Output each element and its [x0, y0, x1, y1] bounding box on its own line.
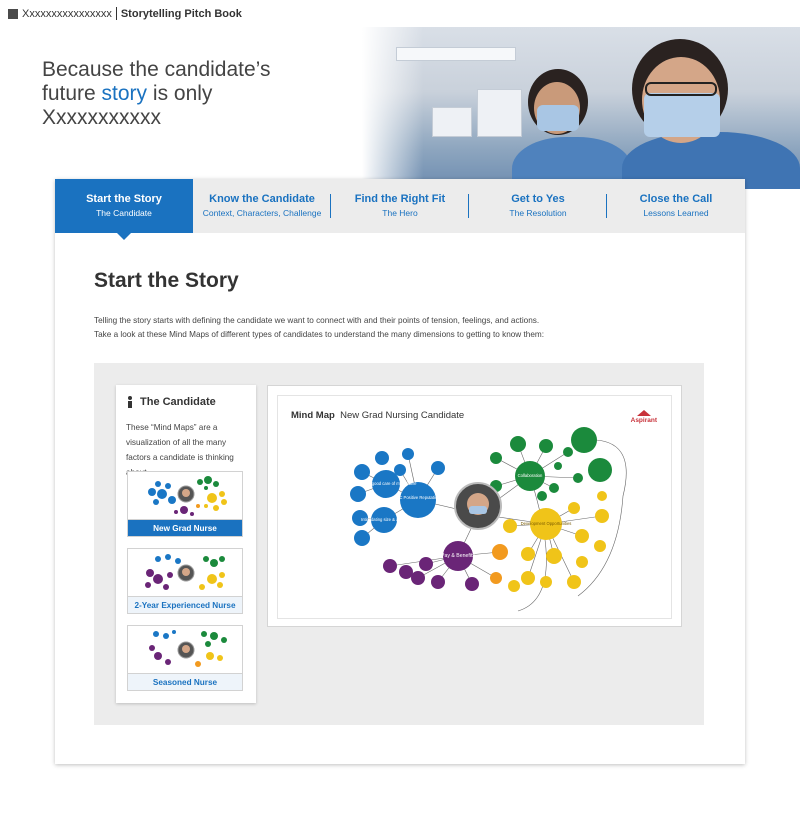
candidate-sidebar: The Candidate These “Mind Maps” are a vi…: [116, 385, 256, 703]
product-name: Storytelling Pitch Book: [120, 7, 242, 20]
tab-title: Know the Candidate: [209, 193, 315, 205]
photo-nurse-left-mask: [537, 105, 579, 131]
mini-mind-map-thumbnail: [149, 630, 227, 667]
intro-line-1: Telling the story starts with defining t…: [94, 316, 540, 325]
tab-subtitle: The Hero: [382, 208, 418, 218]
candidate-card-2-year[interactable]: 2-Year Experienced Nurse: [127, 548, 243, 614]
mind-map-nodes: [350, 427, 612, 592]
node-intimidating-label: Intimidating size & acuity: [361, 517, 408, 522]
node-reputation-label: CC Positive Reputation: [396, 495, 440, 500]
photo-nurse-right-mask: [644, 93, 720, 137]
node-collaboration-label: Collaboration: [518, 473, 543, 478]
candidate-card-new-grad[interactable]: New Grad Nurse: [127, 471, 243, 537]
tab-title: Get to Yes: [511, 193, 565, 205]
tab-close-the-call[interactable]: Close the Call Lessons Learned: [607, 179, 745, 233]
hero-photo-nurses: [362, 27, 800, 189]
page: Xxxxxxxxxxxxxxxx Storytelling Pitch Book…: [0, 0, 800, 835]
candidate-card-seasoned[interactable]: Seasoned Nurse: [127, 625, 243, 691]
step-tabs: Start the Story The Candidate Know the C…: [55, 179, 745, 240]
hero-headline: Because the candidate’s future story is …: [42, 58, 270, 130]
tab-get-to-yes[interactable]: Get to Yes The Resolution: [469, 179, 607, 233]
photo-light: [396, 47, 516, 61]
sidebar-heading: The Candidate: [126, 396, 216, 408]
person-icon: [126, 396, 134, 408]
photo-glasses: [645, 82, 717, 96]
mind-map-graphic: CC Positive Reputation CC took good care…: [350, 427, 627, 612]
hero-accent-word: story: [101, 82, 148, 105]
mini-mind-map-thumbnail: [148, 476, 227, 516]
pitch-book-card: Start the Story The Candidate Know the C…: [55, 179, 745, 764]
candidate-card-label: New Grad Nurse: [128, 519, 242, 536]
hero-line-1: Because the candidate’s: [42, 58, 271, 81]
tab-find-the-right-fit[interactable]: Find the Right Fit The Hero: [331, 179, 469, 233]
node-pay-label: Pay & Benefits: [441, 553, 475, 559]
brand-square-icon: [8, 8, 18, 19]
tab-title: Close the Call: [639, 193, 713, 205]
tab-know-the-candidate[interactable]: Know the Candidate Context, Characters, …: [193, 179, 331, 233]
photo-cabinet: [477, 89, 522, 137]
tab-subtitle: The Resolution: [509, 208, 567, 218]
node-development-label: Development Opportunities: [521, 521, 572, 526]
tab-subtitle: Lessons Learned: [643, 208, 709, 218]
section-title: Start the Story: [94, 269, 239, 292]
client-name: Xxxxxxxxxxxxxxxx: [22, 7, 112, 20]
hero-line-2-suffix: is only: [147, 82, 213, 105]
mind-map-viewer: The Candidate These “Mind Maps” are a vi…: [94, 363, 704, 725]
tab-subtitle: Context, Characters, Challenge: [202, 208, 322, 218]
brand-divider: [115, 7, 117, 20]
mind-map-slide: Mind Map New Grad Nursing Candidate Aspi…: [278, 396, 671, 618]
node-reputation: [400, 482, 436, 518]
candidate-card-label: 2-Year Experienced Nurse: [128, 596, 242, 613]
sidebar-heading-text: The Candidate: [140, 396, 216, 408]
node-good-care-label: CC took good care of my relative: [356, 481, 418, 486]
photo-cabinet: [432, 107, 472, 137]
tab-subtitle: The Candidate: [96, 208, 152, 218]
tab-title: Find the Right Fit: [354, 193, 446, 205]
hero-line-3: Xxxxxxxxxxx: [42, 106, 162, 129]
section-intro: Telling the story starts with defining t…: [94, 314, 714, 342]
intro-line-2: Take a look at these Mind Maps of differ…: [94, 330, 544, 339]
brand-bar: Xxxxxxxxxxxxxxxx Storytelling Pitch Book: [8, 7, 242, 20]
mini-mind-map-thumbnail: [145, 554, 225, 590]
tab-start-the-story[interactable]: Start the Story The Candidate: [55, 179, 193, 240]
mind-map-frame: Mind Map New Grad Nursing Candidate Aspi…: [267, 385, 682, 627]
candidate-card-label: Seasoned Nurse: [128, 673, 242, 690]
tab-title: Start the Story: [86, 193, 162, 205]
hero-line-2: future story is only: [42, 82, 270, 106]
hero-line-2-prefix: future: [42, 82, 102, 105]
